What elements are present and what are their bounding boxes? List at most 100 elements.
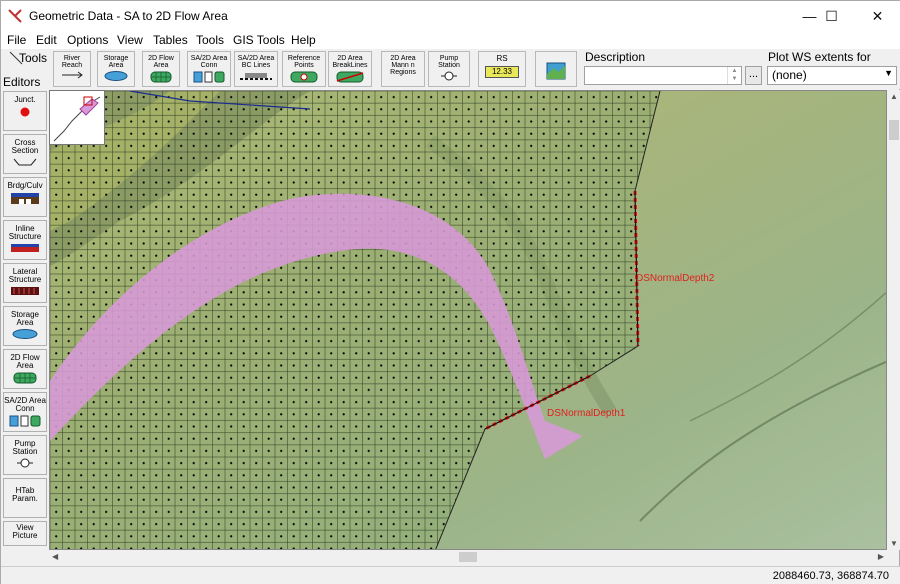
cross-section-icon [13,158,37,166]
mann-n-regions-label: 2D Area Mann n Regions [390,55,416,76]
storage-area-palette-label: Storage Area [10,310,40,327]
reference-points-button[interactable]: Reference Points [282,51,326,87]
scroll-down-icon[interactable]: ▼ [890,539,898,548]
2d-flow-area-icon [150,71,172,83]
bridge-culvert-button[interactable]: Brdg/Culv [3,177,47,217]
sa-2d-area-bc-lines-button[interactable]: SA/2D Area BC Lines [234,51,278,87]
pump-station-palette-label: Pump Station [12,439,38,456]
pump-icon [441,71,457,81]
sa-2d-area-conn-icon [193,71,225,83]
pump-station-label: Pump Station [438,55,460,69]
horizontal-scroll-thumb[interactable] [459,552,477,562]
plot-ws-profile-select[interactable]: (none) ▼ [767,66,897,85]
chevron-down-icon[interactable]: ▼ [884,68,893,78]
2d-flow-area-palette-label: 2D Flow Area [10,353,40,370]
pump-station-button[interactable]: Pump Station [428,51,470,87]
vertical-scroll-thumb[interactable] [889,120,899,140]
window-title: Geometric Data - SA to 2D Flow Area [29,9,228,23]
map-canvas[interactable]: DSNormalDepth2 DSNormalDepth1 [49,90,887,550]
breaklines-icon [336,71,364,83]
river-reach-icon [62,71,83,79]
app-icon [8,9,22,23]
scroll-up-icon[interactable]: ▲ [890,92,898,101]
pump-palette-icon [17,458,33,468]
menu-file[interactable]: File [7,33,26,47]
bc-label-ds1: DSNormalDepth1 [547,408,626,419]
menu-view[interactable]: View [117,33,143,47]
rs-badge: 12.33 [485,66,519,78]
overview-drawing [53,96,101,142]
status-bar: 2088460.73, 368874.70 [1,566,900,584]
menu-bar: File Edit Options View Tables Tools GIS … [1,31,900,49]
junction-button[interactable]: Junct. [3,91,47,131]
2d-area-breaklines-label: 2D Area BreakLines [332,55,368,69]
2d-flow-area-label: 2D Flow Area [148,55,174,69]
menu-help[interactable]: Help [291,33,316,47]
close-button[interactable]: ✕ [855,1,900,31]
storage-area-label: Storage Area [103,55,129,69]
menu-gis-tools[interactable]: GIS Tools [233,33,285,47]
2d-flow-area-palette-icon [13,372,37,384]
2d-flow-area-palette-button[interactable]: 2D Flow Area [3,349,47,389]
horizontal-scrollbar[interactable]: ◀ ▶ [49,550,887,564]
reference-points-label: Reference Points [287,55,321,69]
river-reach-label: River Reach [61,55,83,69]
description-input[interactable] [584,66,742,85]
menu-tools[interactable]: Tools [196,33,224,47]
2d-area-breaklines-button[interactable]: 2D Area BreakLines [328,51,372,87]
storage-area-palette-icon [12,329,38,339]
menu-edit[interactable]: Edit [36,33,57,47]
cross-section-button[interactable]: Cross Section [3,134,47,174]
rs-label: RS [496,54,508,63]
overview-map[interactable] [49,90,105,145]
plot-ws-profile-value: (none) [772,68,807,82]
description-label: Description [585,50,646,64]
toolbar: Tools Editors River Reach Storage Area 2… [1,49,900,89]
storage-area-palette-button[interactable]: Storage Area [3,306,47,346]
menu-options[interactable]: Options [67,33,108,47]
inline-structure-button[interactable]: Inline Structure [3,220,47,260]
lateral-structure-button[interactable]: Lateral Structure [3,263,47,303]
scroll-right-icon[interactable]: ▶ [878,552,884,561]
bc-label-ds2: DSNormalDepth2 [636,273,715,284]
vertical-scrollbar[interactable]: ▲ ▼ [887,90,900,550]
cross-section-label: Cross Section [11,138,39,155]
storage-area-button[interactable]: Storage Area [97,51,135,87]
editors-label: Editors [3,75,41,89]
pump-station-palette-button[interactable]: Pump Station [3,435,47,475]
scroll-left-icon[interactable]: ◀ [52,552,58,561]
window: Geometric Data - SA to 2D Flow Area — ☐ … [0,0,900,584]
sa-2d-area-conn-label: SA/2D Area Conn [190,55,228,69]
river-reach-button[interactable]: River Reach [53,51,91,87]
junction-label: Junct. [14,95,36,104]
htab-param-label: HTab Param. [12,486,38,503]
maximize-button[interactable]: ☐ [809,1,854,31]
sa-2d-area-conn-button[interactable]: SA/2D Area Conn [187,51,231,87]
menu-tables[interactable]: Tables [153,33,188,47]
tools-label: Tools [19,51,48,65]
sa-2d-area-bc-lines-label: SA/2D Area BC Lines [237,55,275,69]
sa-2d-conn-palette-icon [9,415,41,427]
htab-param-button[interactable]: HTab Param. [3,478,47,518]
bridge-icon [11,193,39,204]
inline-structure-icon [11,244,39,252]
view-picture-label: View Picture [12,523,38,540]
mann-n-regions-button[interactable]: 2D Area Mann n Regions [381,51,425,87]
lateral-structure-icon [11,287,39,295]
description-spinner[interactable]: ▲ ▼ [727,67,741,84]
view-picture-button[interactable]: View Picture [3,521,47,546]
map-icon [546,62,566,80]
storage-area-icon [104,71,128,81]
rs-button[interactable]: RS 12.33 [478,51,526,87]
tool-diagonal-icon [9,51,23,65]
2d-flow-area-button[interactable]: 2D Flow Area [142,51,180,87]
lateral-structure-label: Lateral Structure [8,267,42,284]
editor-palette: Junct. Cross Section Brdg/Culv Inline St… [3,91,47,546]
junction-icon [20,107,30,117]
reference-points-icon [290,71,318,83]
map-coordinates: 2088460.73, 368874.70 [772,570,889,582]
sa-2d-area-conn-palette-label: SA/2D Area Conn [4,396,46,413]
description-browse-button[interactable]: ... [745,66,762,85]
map-layers-button[interactable] [535,51,577,87]
sa-2d-area-conn-palette-button[interactable]: SA/2D Area Conn [3,392,47,432]
